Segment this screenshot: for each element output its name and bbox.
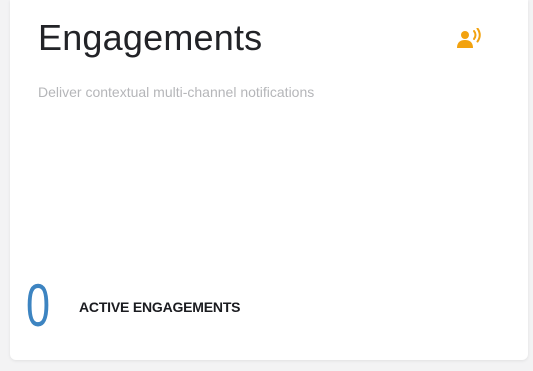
active-engagements-label: ACTIVE ENGAGEMENTS [79,299,241,315]
card-description: Deliver contextual multi-channel notific… [38,84,315,100]
engagement-broadcast-icon [454,27,484,50]
active-engagements-count: 0 [26,272,51,339]
card-title: Engagements [38,17,263,58]
engagements-card[interactable]: Engagements Deliver contextual multi-cha… [10,0,528,360]
